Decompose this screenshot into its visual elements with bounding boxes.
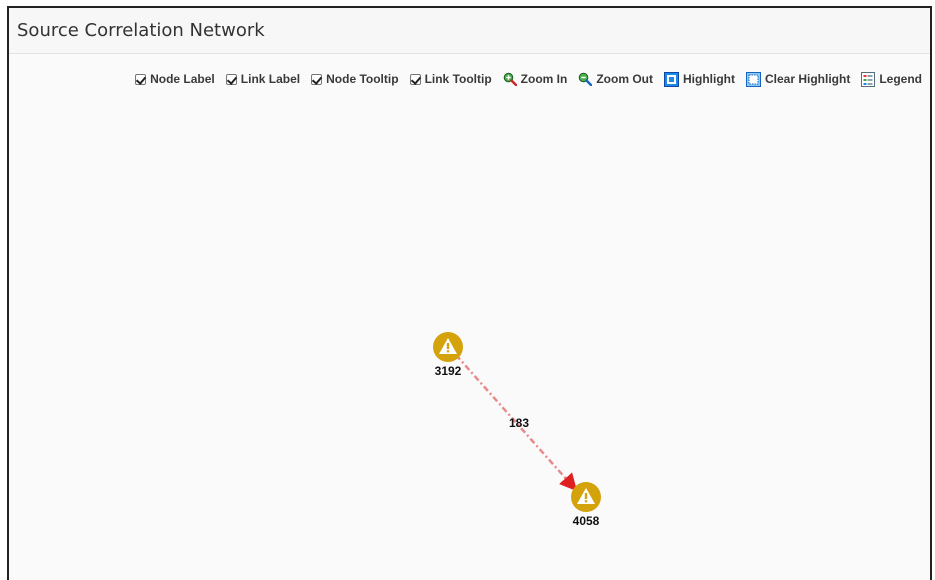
correlation-panel: Source Correlation Network Node Label Li… — [7, 6, 932, 580]
node-label: 3192 — [434, 364, 462, 378]
panel-header: Source Correlation Network — [9, 8, 930, 54]
node-label: 4058 — [572, 514, 600, 528]
network-node[interactable] — [571, 482, 601, 512]
panel-title: Source Correlation Network — [17, 20, 265, 41]
link-label: 183 — [508, 416, 530, 430]
network-svg — [433, 332, 601, 512]
network-canvas[interactable]: 3192 4058 183 — [9, 54, 930, 580]
network-node[interactable] — [433, 332, 463, 362]
